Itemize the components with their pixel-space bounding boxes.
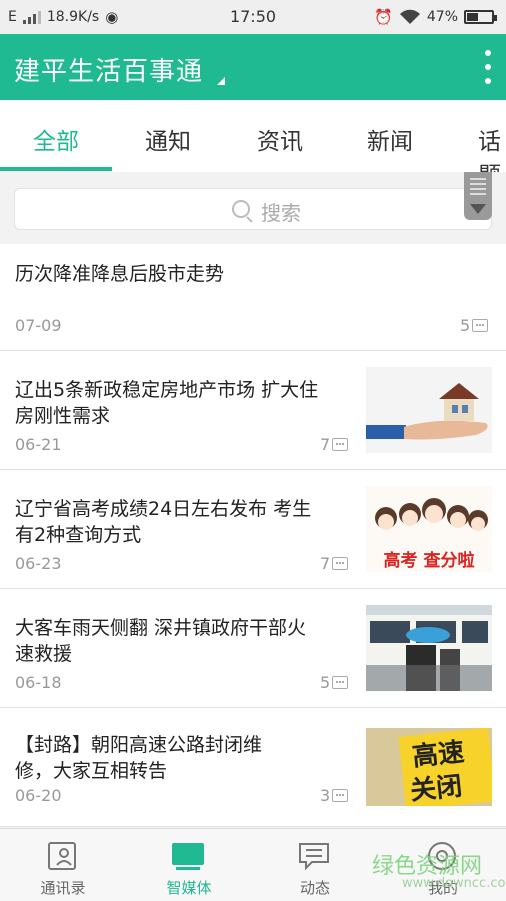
tab-indicator bbox=[0, 167, 112, 171]
news-thumbnail: 高考 查分啦 bbox=[366, 486, 492, 572]
tab-notice[interactable]: 通知 bbox=[112, 122, 224, 156]
comment-count: 3 bbox=[320, 786, 349, 805]
news-title: 辽出5条新政稳定房地产市场 扩大住 房刚性需求 bbox=[15, 379, 319, 427]
news-list: 历次降准降息后股市走势 07-09 5 辽出5条新政稳定房地产市场 扩大住 房刚性… bbox=[0, 244, 506, 827]
nav-contacts-label: 通讯录 bbox=[40, 879, 86, 897]
news-thumbnail bbox=[366, 367, 492, 453]
battery-icon bbox=[464, 10, 497, 24]
search-area: 搜索 bbox=[0, 172, 506, 244]
tab-all[interactable]: 全部 bbox=[0, 122, 112, 156]
news-thumbnail: 高速 关闭 bbox=[366, 728, 492, 806]
comment-count: 7 bbox=[320, 435, 349, 454]
tab-topic[interactable]: 话题 bbox=[478, 122, 506, 172]
arrow-down-icon bbox=[470, 204, 486, 214]
news-item[interactable]: 大客车雨天侧翻 深井镇政府干部火 速救援 06-18 5 bbox=[0, 589, 506, 708]
battery-percent: 47% bbox=[426, 9, 458, 25]
comment-icon bbox=[332, 557, 349, 570]
news-item[interactable]: 【封路】朝阳高速公路封闭维 修，大家互相转告 06-20 3 高速 关闭 bbox=[0, 708, 506, 827]
news-date: 06-18 bbox=[15, 673, 62, 692]
news-date: 06-21 bbox=[15, 435, 62, 454]
comment-icon bbox=[332, 789, 349, 802]
title-dropdown-icon[interactable] bbox=[217, 77, 225, 85]
news-item[interactable]: 辽宁省高考成绩24日左右发布 考生 有2种查询方式 06-23 7 高考 查分啦 bbox=[0, 470, 506, 589]
news-title: 辽宁省高考成绩24日左右发布 考生 有2种查询方式 bbox=[15, 498, 312, 546]
news-date: 07-09 bbox=[15, 316, 62, 335]
comment-count: 5 bbox=[320, 673, 349, 692]
nav-moments[interactable]: 动态 bbox=[252, 829, 378, 901]
wifi-icon bbox=[399, 9, 420, 24]
comment-icon bbox=[332, 438, 349, 451]
news-title: 历次降准降息后股市走势 bbox=[15, 263, 225, 285]
search-placeholder: 搜索 bbox=[261, 201, 301, 225]
media-icon bbox=[172, 843, 204, 870]
tab-info[interactable]: 资讯 bbox=[224, 122, 336, 156]
category-tabs: 全部 通知 资讯 新闻 话题 bbox=[0, 100, 506, 173]
news-date: 06-20 bbox=[15, 786, 62, 805]
comment-icon bbox=[472, 319, 489, 332]
nav-moments-label: 动态 bbox=[299, 879, 330, 897]
status-bar: E 18.9K/s ◉ 17:50 ⏰ 47% bbox=[0, 0, 506, 34]
comment-count: 5 bbox=[460, 316, 489, 335]
more-menu-icon[interactable] bbox=[480, 50, 496, 84]
pull-down-handle[interactable] bbox=[464, 172, 492, 220]
chat-icon bbox=[299, 843, 329, 871]
nav-media[interactable]: 智媒体 bbox=[126, 829, 252, 901]
alarm-icon: ⏰ bbox=[374, 8, 393, 26]
news-item[interactable]: 辽出5条新政稳定房地产市场 扩大住 房刚性需求 06-21 7 bbox=[0, 351, 506, 470]
news-thumbnail bbox=[366, 605, 492, 691]
nav-media-label: 智媒体 bbox=[166, 879, 212, 897]
comment-count: 7 bbox=[320, 554, 349, 573]
thumbnail-caption-2: 关闭 bbox=[408, 771, 464, 806]
contacts-icon bbox=[48, 842, 76, 870]
watermark: 绿色资源网 www.downcc.com bbox=[372, 854, 506, 891]
app-title[interactable]: 建平生活百事通 bbox=[14, 51, 203, 88]
news-date: 06-23 bbox=[15, 554, 62, 573]
news-title: 【封路】朝阳高速公路封闭维 修，大家互相转告 bbox=[15, 734, 263, 782]
tab-news[interactable]: 新闻 bbox=[334, 122, 446, 156]
search-input[interactable]: 搜索 bbox=[14, 188, 492, 230]
nav-contacts[interactable]: 通讯录 bbox=[0, 829, 126, 901]
comment-icon bbox=[332, 676, 349, 689]
thumbnail-caption: 高考 查分啦 bbox=[383, 551, 475, 571]
app-bar: 建平生活百事通 bbox=[0, 34, 506, 100]
news-title: 大客车雨天侧翻 深井镇政府干部火 速救援 bbox=[15, 617, 307, 665]
news-item[interactable]: 历次降准降息后股市走势 07-09 5 bbox=[0, 244, 506, 351]
search-icon bbox=[232, 200, 250, 218]
